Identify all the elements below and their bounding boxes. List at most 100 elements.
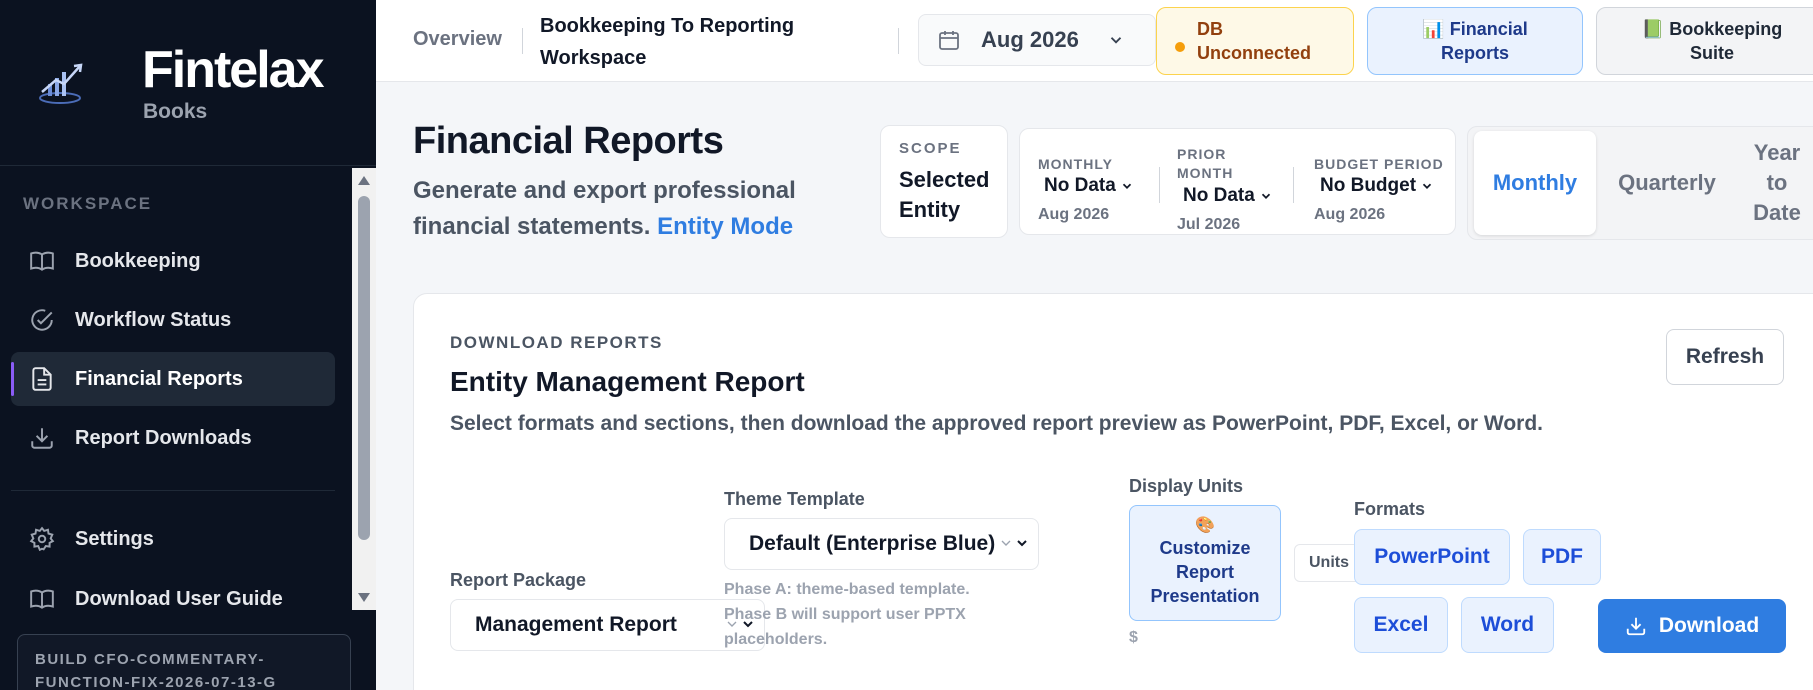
tab-monthly[interactable]: Monthly <box>1474 131 1596 235</box>
prior-value: No Data <box>1183 185 1273 207</box>
breadcrumb-overview[interactable]: Overview <box>413 28 502 51</box>
chevron-down-icon <box>1110 37 1122 44</box>
tab-quarterly[interactable]: Quarterly <box>1602 131 1732 235</box>
sidebar-scrollbar[interactable] <box>352 168 376 610</box>
select-chevrons <box>998 535 1030 551</box>
prior-month-period[interactable]: PRIOR MONTH No Data Jul 2026 <box>1177 129 1297 236</box>
scroll-down-arrow-icon[interactable] <box>358 593 370 602</box>
brand-subtitle: Books <box>143 100 208 123</box>
page-subtitle: Generate and export professional financi… <box>413 173 833 245</box>
status-dot-icon <box>1175 42 1185 52</box>
formats-label: Formats <box>1354 499 1426 519</box>
bookkeeping-suite-button[interactable]: 📗 Bookkeeping Suite <box>1596 7 1813 75</box>
brand: Fintelax Books <box>0 0 376 166</box>
theme-template-label: Theme Template <box>724 489 865 509</box>
prior-label: PRIOR MONTH <box>1177 145 1233 183</box>
scope-value-line-1: Selected <box>899 167 990 192</box>
tab-year-to-date[interactable]: Year to Date <box>1734 131 1813 235</box>
download-reports-card: DOWNLOAD REPORTS Entity Management Repor… <box>413 293 1813 690</box>
check-circle-icon <box>31 309 53 331</box>
budget-label: BUDGET PERIOD <box>1314 156 1444 172</box>
brand-logo-icon <box>39 63 83 104</box>
financial-button-line-2: Reports <box>1440 43 1509 63</box>
customize-line-2: Report <box>1176 562 1234 582</box>
sidebar: Fintelax Books WORKSPACE Bookkeeping Wor… <box>0 0 376 690</box>
palette-icon: 🎨 <box>1195 517 1215 534</box>
financial-button-line-1: Financial <box>1449 19 1528 39</box>
period-divider <box>1293 167 1294 203</box>
format-excel-button[interactable]: Excel <box>1354 597 1448 653</box>
sidebar-item-label: Workflow Status <box>75 308 232 331</box>
theme-template-value: Default (Enterprise Blue) <box>749 532 995 555</box>
report-package-select[interactable]: Management Report <box>450 599 765 651</box>
sidebar-item-label: Report Downloads <box>75 426 252 449</box>
budget-sub: Aug 2026 <box>1314 206 1386 223</box>
sidebar-item-download-user-guide[interactable]: Download User Guide <box>11 572 335 610</box>
download-label: Download <box>1658 614 1760 637</box>
sidebar-item-settings[interactable]: Settings <box>11 512 335 566</box>
period-status-card: MONTHLY No Data Aug 2026 PRIOR MONTH No D… <box>1019 128 1456 235</box>
chevron-down-icon <box>1422 183 1432 189</box>
chevron-down-icon <box>1001 540 1011 546</box>
card-description: Select formats and sections, then downlo… <box>450 412 1544 435</box>
sidebar-item-workflow-status[interactable]: Workflow Status <box>11 293 335 347</box>
tab-ytd-line-3: Date <box>1753 200 1801 225</box>
period-select-value: Aug 2026 <box>981 27 1079 52</box>
build-badge: BUILD CFO-COMMENTARY- FUNCTION-FIX-2026-… <box>17 634 351 690</box>
budget-value-text: No Budget <box>1320 175 1417 196</box>
theme-hint: Phase A: theme-based template. Phase B w… <box>724 581 970 648</box>
period-select[interactable]: Aug 2026 <box>918 14 1156 66</box>
format-word-button[interactable]: Word <box>1461 597 1554 653</box>
scroll-up-arrow-icon[interactable] <box>358 176 370 185</box>
sidebar-item-bookkeeping[interactable]: Bookkeeping <box>11 234 335 288</box>
download-icon <box>31 428 53 449</box>
monthly-period[interactable]: MONTHLY No Data Aug 2026 <box>1038 129 1158 236</box>
scope-value: Selected Entity <box>899 165 1007 225</box>
format-powerpoint-button[interactable]: PowerPoint <box>1354 529 1510 585</box>
page-title: Financial Reports <box>413 120 724 162</box>
report-package-label: Report Package <box>450 570 587 590</box>
db-status-line-2: Unconnected <box>1197 43 1312 63</box>
build-line-1: BUILD CFO-COMMENTARY- <box>35 651 265 668</box>
prior-label-line-2: MONTH <box>1177 165 1234 181</box>
topbar-separator <box>898 28 899 54</box>
download-icon <box>1626 617 1645 636</box>
sidebar-item-financial-reports[interactable]: Financial Reports <box>11 352 335 406</box>
chevron-down-icon <box>1122 183 1131 189</box>
nav-section-label: WORKSPACE <box>23 194 153 213</box>
gear-icon <box>29 526 55 552</box>
monthly-value: No Data <box>1044 175 1134 197</box>
format-pdf-button[interactable]: PDF <box>1523 529 1601 585</box>
entity-mode-label: Entity Mode <box>657 213 794 240</box>
sidebar-item-report-downloads[interactable]: Report Downloads <box>11 411 335 465</box>
scroll-thumb[interactable] <box>358 196 370 540</box>
sidebar-item-label: Bookkeeping <box>75 249 201 272</box>
scope-card: SCOPE Selected Entity <box>880 125 1008 238</box>
customize-line-3: Presentation <box>1150 586 1260 606</box>
scope-value-line-2: Entity <box>899 197 961 222</box>
chevron-down-icon <box>1261 193 1270 199</box>
period-tabs: Monthly Quarterly Year to Date <box>1467 126 1813 240</box>
prior-value-text: No Data <box>1183 185 1255 206</box>
book-icon <box>30 251 54 271</box>
budget-value: No Budget <box>1320 175 1434 197</box>
breadcrumb-separator <box>522 28 523 54</box>
report-package-value: Management Report <box>475 613 677 636</box>
refresh-button[interactable]: Refresh <box>1666 329 1784 385</box>
theme-template-select[interactable]: Default (Enterprise Blue) <box>724 518 1039 570</box>
sidebar-item-label: Download User Guide <box>75 587 283 610</box>
scope-label: SCOPE <box>899 140 962 157</box>
display-units-label: Display Units <box>1129 476 1244 496</box>
calendar-icon <box>939 31 959 50</box>
budget-period[interactable]: BUDGET PERIOD No Budget Aug 2026 <box>1314 129 1454 236</box>
monthly-value-text: No Data <box>1044 175 1116 196</box>
customize-presentation-button[interactable]: 🎨 Customize Report Presentation <box>1129 505 1281 621</box>
brand-name: Fintelax <box>142 41 324 99</box>
db-status-line-1: DB <box>1197 19 1223 39</box>
financial-reports-button[interactable]: 📊 Financial Reports <box>1367 7 1583 75</box>
download-button[interactable]: Download <box>1598 599 1786 653</box>
sidebar-nav: WORKSPACE Bookkeeping Workflow Status Fi… <box>0 168 352 610</box>
chart-icon: 📊 <box>1422 19 1445 39</box>
customize-line-1: Customize <box>1159 538 1251 558</box>
bookkeeping-button-line-1: Bookkeeping <box>1669 19 1783 39</box>
